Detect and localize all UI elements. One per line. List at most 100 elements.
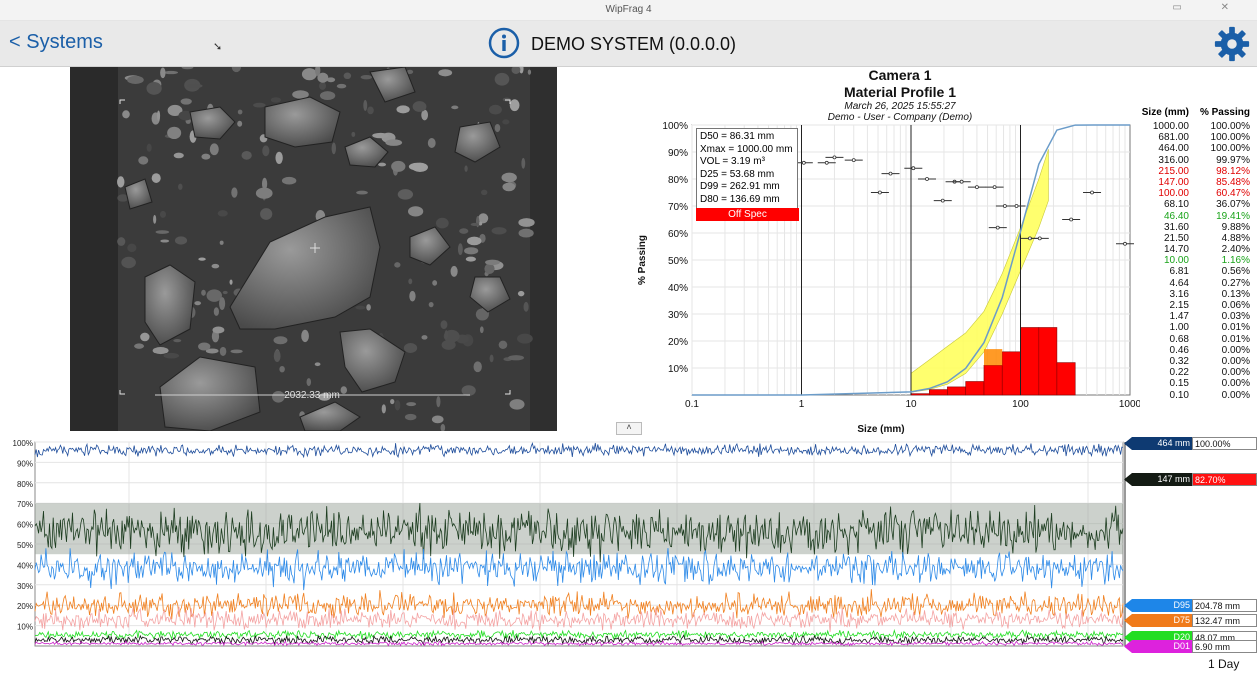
camera-image[interactable]: 2032.33 mm xyxy=(70,67,557,431)
pebble xyxy=(138,156,149,165)
pebble xyxy=(378,162,387,167)
pebble xyxy=(435,217,449,229)
passing-cell: 0.00% xyxy=(1221,344,1250,356)
table-row: 2.15 0.06% xyxy=(1140,300,1255,311)
table-row: 1000.00 100.00% xyxy=(1140,121,1255,132)
size-cell: 1.00 xyxy=(1169,322,1189,334)
pebble xyxy=(222,290,228,295)
pebble xyxy=(117,176,125,188)
pebble xyxy=(127,243,137,253)
pebble xyxy=(319,91,336,101)
back-to-systems-link[interactable]: < Systems xyxy=(9,31,103,54)
pebble xyxy=(428,302,434,308)
pebble xyxy=(385,139,403,146)
sample-point xyxy=(992,185,997,189)
size-cell: 46.40 xyxy=(1163,210,1189,222)
histogram-bar xyxy=(1038,327,1058,396)
pebble xyxy=(173,339,182,343)
time-range-button[interactable]: 1 Day xyxy=(1208,657,1239,671)
passing-cell: 0.00% xyxy=(1221,389,1250,401)
pebble xyxy=(467,236,482,246)
size-cell: 1.47 xyxy=(1169,311,1189,323)
pebble xyxy=(122,110,130,119)
table-row: 1.00 0.01% xyxy=(1140,322,1255,333)
mouse-cursor-icon: ➘ xyxy=(213,41,223,53)
pebble xyxy=(180,98,192,105)
trend-y-tick: 80% xyxy=(17,480,33,489)
passing-cell: 85.48% xyxy=(1216,176,1250,188)
histogram-bar xyxy=(983,365,1003,396)
x-tick-label: 1 xyxy=(799,399,805,410)
system-name: DEMO SYSTEM (0.0.0.0) xyxy=(531,34,737,54)
y-tick-label: 100% xyxy=(662,121,688,132)
table-row: 21.50 4.88% xyxy=(1140,233,1255,244)
size-cell: 4.64 xyxy=(1169,277,1189,289)
x-tick-label: 0.1 xyxy=(685,399,699,410)
pebble xyxy=(160,67,166,79)
sample-point xyxy=(959,179,964,184)
trend-y-tick: 30% xyxy=(17,582,33,591)
pebble xyxy=(201,153,211,160)
gear-icon[interactable] xyxy=(1213,25,1251,63)
pebble xyxy=(160,239,170,243)
pebble xyxy=(391,160,406,172)
pebble xyxy=(394,400,401,411)
passing-table: Size (mm) % Passing 1000.00 100.00% 681.00… xyxy=(1140,107,1255,401)
pebble xyxy=(367,106,374,115)
pebble xyxy=(134,343,145,349)
x-tick-label: 100 xyxy=(1012,399,1029,410)
size-cell: 68.10 xyxy=(1163,199,1189,211)
tag-label: D95 xyxy=(1124,599,1192,612)
size-cell: 681.00 xyxy=(1158,132,1189,144)
trend-y-tick: 20% xyxy=(17,602,33,611)
tag-label: 147 mm xyxy=(1124,473,1192,486)
pebble xyxy=(517,290,525,297)
window-controls[interactable]: ▭ ✕ xyxy=(1172,2,1247,13)
stat-d99: D99 = 262.91 mm xyxy=(700,181,780,193)
pebble xyxy=(331,142,337,155)
size-cell: 316.00 xyxy=(1158,154,1189,166)
table-row: 14.70 2.40% xyxy=(1140,244,1255,255)
histogram-bar xyxy=(910,393,930,396)
pebble xyxy=(117,237,126,246)
pebble xyxy=(366,304,371,311)
pebble xyxy=(508,355,525,361)
pebble xyxy=(491,227,507,235)
pebble xyxy=(273,349,281,363)
pebble xyxy=(209,143,219,156)
sample-point xyxy=(1014,204,1019,208)
passing-cell: 100.00% xyxy=(1210,132,1250,144)
size-cell: 6.81 xyxy=(1169,266,1189,278)
pebble xyxy=(438,69,453,77)
histogram-bar xyxy=(1001,351,1021,396)
stat-d25: D25 = 53.68 mm xyxy=(700,168,775,180)
pebble xyxy=(314,362,321,367)
table-row: 10.00 1.16% xyxy=(1140,255,1255,266)
tag-value: 6.90 mm xyxy=(1192,640,1257,653)
y-tick-label: 80% xyxy=(668,175,688,186)
trend-chart[interactable]: 10%20%30%40%50%60%70%80%90%100%18:00Mar … xyxy=(0,434,1257,654)
table-row: 464.00 100.00% xyxy=(1140,143,1255,154)
pebble xyxy=(272,390,285,403)
passing-cell: 0.13% xyxy=(1221,288,1250,300)
info-icon[interactable] xyxy=(488,27,520,59)
pebble xyxy=(408,162,426,171)
y-tick-label: 30% xyxy=(668,310,688,321)
passing-cell: 0.56% xyxy=(1221,266,1250,278)
pebble xyxy=(444,330,449,340)
pebble xyxy=(489,354,494,363)
pebble xyxy=(156,110,161,121)
pebble xyxy=(409,290,416,302)
pebble xyxy=(464,247,479,255)
tag-value: 100.00% xyxy=(1192,437,1257,450)
pebble xyxy=(465,256,476,262)
pebble xyxy=(473,361,482,373)
pebble xyxy=(372,132,389,139)
pebble xyxy=(461,385,476,396)
passing-cell: 0.27% xyxy=(1221,277,1250,289)
passing-cell: 0.01% xyxy=(1221,333,1250,345)
pebble xyxy=(502,119,510,125)
pebble xyxy=(363,99,368,112)
pebble xyxy=(127,75,144,84)
pebble xyxy=(163,352,180,359)
